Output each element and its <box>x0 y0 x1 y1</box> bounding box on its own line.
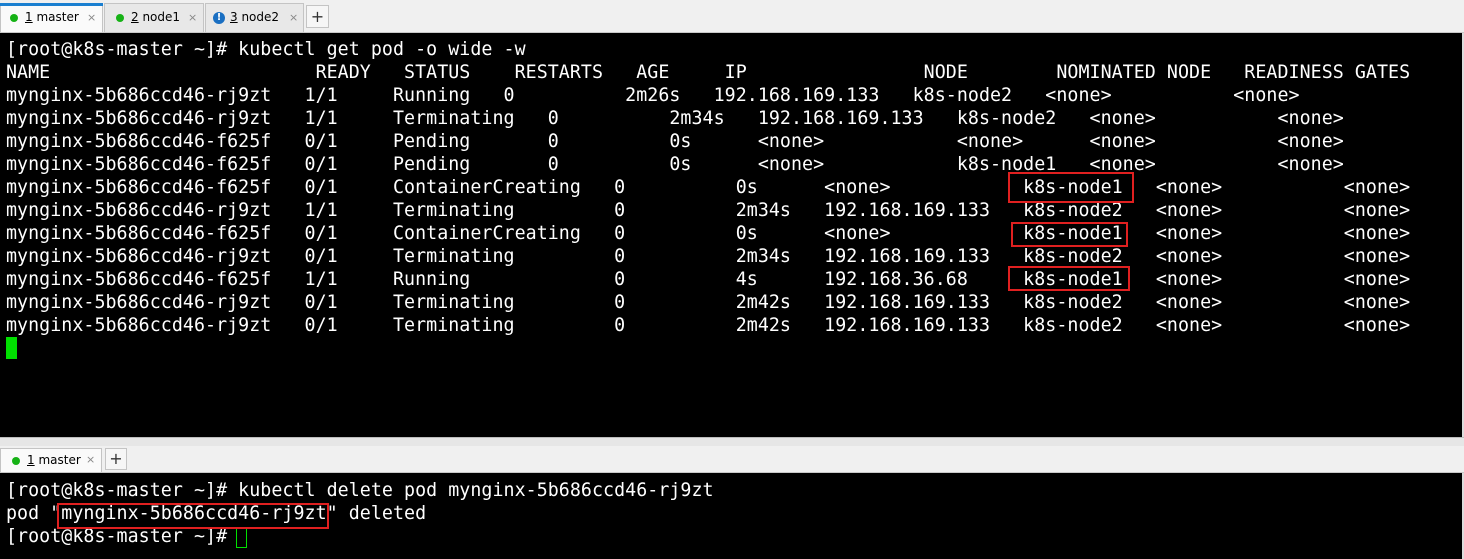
session-tab-bar: 1 master × 2 node1 × ! 3 node2 × + <box>0 0 1464 33</box>
highlight-box-node1 <box>1008 266 1130 291</box>
tab-node2[interactable]: ! 3 node2 × <box>205 3 304 32</box>
pane-splitter[interactable] <box>0 437 1464 446</box>
highlight-box-node1 <box>1011 222 1128 247</box>
tab-label: master <box>32 10 79 24</box>
tab-label: node2 <box>237 10 280 24</box>
tab-label: node1 <box>138 10 181 24</box>
terminal-line: [root@k8s-master ~]# kubectl get pod -o … <box>6 39 526 60</box>
session-tab-bar-bottom: 1 master × + <box>0 446 1464 473</box>
highlight-box-node1 <box>1008 172 1134 203</box>
terminal-line: mynginx-5b686ccd46-rj9zt 1/1 Running 0 2… <box>6 85 1300 106</box>
terminal-line: mynginx-5b686ccd46-rj9zt 1/1 Terminating… <box>6 108 1344 129</box>
terminal-line: mynginx-5b686ccd46-rj9zt 1/1 Terminating… <box>6 200 1411 221</box>
tab-master[interactable]: 1 master × <box>0 448 102 472</box>
new-tab-button[interactable]: + <box>105 448 127 470</box>
tab-number: 3 <box>230 10 238 24</box>
tab-label: master <box>34 453 81 467</box>
terminal-line: mynginx-5b686ccd46-f625f 0/1 ContainerCr… <box>6 223 1411 244</box>
tab-number: 1 <box>27 453 35 467</box>
terminal-pane-bottom[interactable]: [root@k8s-master ~]# kubectl delete pod … <box>0 473 1464 559</box>
warning-status-icon: ! <box>213 12 225 24</box>
tab-master[interactable]: 1 master × <box>0 3 103 32</box>
highlight-box-pod-name <box>57 503 329 529</box>
terminal-line: NAME READY STATUS RESTARTS AGE IP NODE N… <box>6 62 1411 83</box>
terminal-pane-top[interactable]: [root@k8s-master ~]# kubectl get pod -o … <box>0 33 1464 437</box>
active-tab-indicator <box>0 3 103 6</box>
tab-node1[interactable]: 2 node1 × <box>104 3 204 32</box>
close-tab-icon[interactable]: × <box>86 453 95 466</box>
terminal-line: mynginx-5b686ccd46-rj9zt 0/1 Terminating… <box>6 315 1411 336</box>
connected-status-icon <box>12 457 20 465</box>
new-tab-button[interactable]: + <box>306 5 329 28</box>
terminal-line: [root@k8s-master ~]# kubectl delete pod … <box>6 480 714 501</box>
connected-status-icon <box>10 14 18 22</box>
terminal-line: mynginx-5b686ccd46-rj9zt 0/1 Terminating… <box>6 246 1411 267</box>
close-tab-icon[interactable]: × <box>188 11 197 24</box>
terminal-line: mynginx-5b686ccd46-f625f 0/1 Pending 0 0… <box>6 154 1344 175</box>
terminal-line: mynginx-5b686ccd46-f625f 0/1 Pending 0 0… <box>6 131 1344 152</box>
terminal-cursor <box>6 337 17 359</box>
tab-number: 1 <box>25 10 33 24</box>
close-tab-icon[interactable]: × <box>87 11 96 24</box>
tab-number: 2 <box>131 10 139 24</box>
close-tab-icon[interactable]: × <box>289 11 298 24</box>
terminal-line: mynginx-5b686ccd46-f625f 1/1 Running 0 4… <box>6 269 1411 290</box>
terminal-line: mynginx-5b686ccd46-rj9zt 0/1 Terminating… <box>6 292 1411 313</box>
connected-status-icon <box>116 14 124 22</box>
terminal-cursor <box>236 528 247 548</box>
terminal-line: mynginx-5b686ccd46-f625f 0/1 ContainerCr… <box>6 177 1411 198</box>
